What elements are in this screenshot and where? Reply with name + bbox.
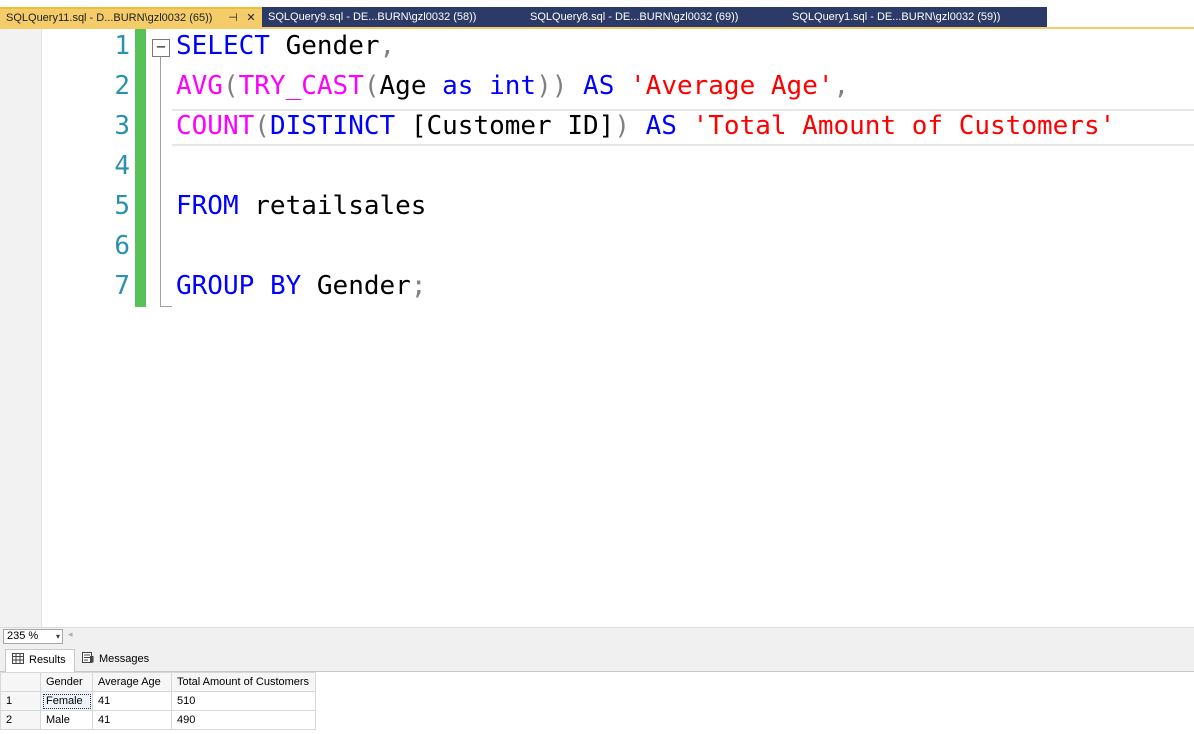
line-number: 2 [114,71,130,101]
keyword-as: as [442,71,474,101]
tab-label: SQLQuery11.sql - D...BURN\gzl0032 (65)) [6,12,213,24]
zoom-value: 235 % [7,630,39,642]
keyword-select: SELECT [176,31,270,61]
line-number: 6 [114,231,130,261]
grid-corner-cell[interactable] [0,672,41,692]
identifier-retailsales: retailsales [238,191,427,221]
function-try-cast: TRY_CAST [238,71,364,101]
identifier-gender: Gender [301,271,411,301]
operator-paren: ( [254,111,270,141]
tab-results-label: Results [29,654,66,666]
cell-average-age[interactable]: 41 [92,710,172,730]
document-tab-strip: SQLQuery11.sql - D...BURN\gzl0032 (65)) … [0,0,1194,29]
column-header-total-customers[interactable]: Total Amount of Customers [171,672,316,692]
table-header-row: Gender Average Age Total Amount of Custo… [0,672,316,692]
keyword-from: FROM [176,191,239,221]
line-number: 1 [114,31,130,61]
cell-total-customers[interactable]: 490 [171,710,316,730]
scroll-left-icon[interactable]: ◂ [68,630,73,640]
results-table: Gender Average Age Total Amount of Custo… [0,672,316,730]
tab-sqlquery11[interactable]: SQLQuery11.sql - D...BURN\gzl0032 (65)) … [0,7,262,28]
operator-paren: )) [536,71,568,101]
table-row: 2 Male 41 490 [0,710,316,730]
keyword-by: BY [269,271,302,301]
operator-comma: , [379,31,396,61]
operator-semicolon: ; [410,271,427,301]
tab-sqlquery8[interactable]: SQLQuery8.sql - DE...BURN\gzl0032 (69)) [524,7,786,28]
close-icon[interactable]: ✕ [244,9,258,27]
string-average-age: 'Average Age' [630,71,834,101]
identifier-age: Age [379,71,427,101]
tab-label: SQLQuery1.sql - DE...BURN\gzl0032 (59)) [792,11,1001,23]
keyword-group: GROUP [176,271,255,301]
identifier-customer-id: [Customer ID] [395,111,615,141]
query-editor[interactable]: 1 2 3 4 5 6 7 − SELECT Gender, AVG(TRY_C… [0,29,1194,627]
zoom-dropdown[interactable]: 235 % ▾ [3,629,63,644]
grid-icon [12,653,24,664]
cell-average-age[interactable]: 41 [92,691,172,711]
identifier-gender: Gender [269,31,380,61]
cell-gender[interactable]: Female [40,691,93,711]
chevron-down-icon: ▾ [55,632,60,641]
function-count: COUNT [176,111,255,141]
column-header-gender[interactable]: Gender [40,672,93,692]
pin-icon[interactable]: ⊣ [226,9,240,27]
outline-fold-end [160,306,172,307]
messages-icon [82,652,94,663]
line-number: 3 [114,111,130,141]
tab-messages[interactable]: Messages [76,649,154,672]
results-grid: Gender Average Age Total Amount of Custo… [0,672,1194,734]
code-line-2[interactable]: AVG(TRY_CAST(Age as int)) AS 'Average Ag… [176,69,849,103]
cell-gender[interactable]: Male [40,710,93,730]
operator-paren: ( [222,71,239,101]
column-header-average-age[interactable]: Average Age [92,672,172,692]
row-number[interactable]: 1 [0,691,41,711]
change-tracking-bar [135,29,146,307]
code-line-3[interactable]: COUNT(DISTINCT [Customer ID]) AS 'Total … [176,109,1115,143]
row-number[interactable]: 2 [0,710,41,730]
tab-label: SQLQuery9.sql - DE...BURN\gzl0032 (58)) [268,11,477,23]
cell-total-customers[interactable]: 510 [171,691,316,711]
tab-label: SQLQuery8.sql - DE...BURN\gzl0032 (69)) [530,11,739,23]
tab-messages-label: Messages [99,653,150,665]
code-line-7[interactable]: GROUP BY Gender; [176,269,426,303]
operator-paren: ( [363,71,380,101]
tab-sqlquery1[interactable]: SQLQuery1.sql - DE...BURN\gzl0032 (59)) [786,7,1047,28]
code-line-5[interactable]: FROM retailsales [176,189,426,223]
tab-sqlquery9[interactable]: SQLQuery9.sql - DE...BURN\gzl0032 (58)) [262,7,524,28]
function-avg: AVG [176,71,223,101]
keyword-as: AS [583,71,615,101]
results-tab-strip: Results Messages [0,645,1194,672]
code-line-1[interactable]: SELECT Gender, [176,29,395,63]
keyword-int: int [489,71,537,101]
outline-fold-line [160,57,161,307]
editor-status-bar: 235 % ▾ ◂ [0,627,1194,645]
keyword-distinct: DISTINCT [269,111,396,141]
line-number: 5 [114,191,130,221]
keyword-as: AS [645,111,677,141]
tab-results[interactable]: Results [5,649,75,672]
operator-paren: ) [614,111,630,141]
editor-selection-margin [0,29,42,627]
line-number: 4 [114,151,130,181]
operator-comma: , [833,71,850,101]
collapse-icon[interactable]: − [152,39,170,57]
string-total-amount: 'Total Amount of Customers' [692,111,1116,141]
table-row: 1 Female 41 510 [0,691,316,711]
line-number: 7 [114,271,130,301]
